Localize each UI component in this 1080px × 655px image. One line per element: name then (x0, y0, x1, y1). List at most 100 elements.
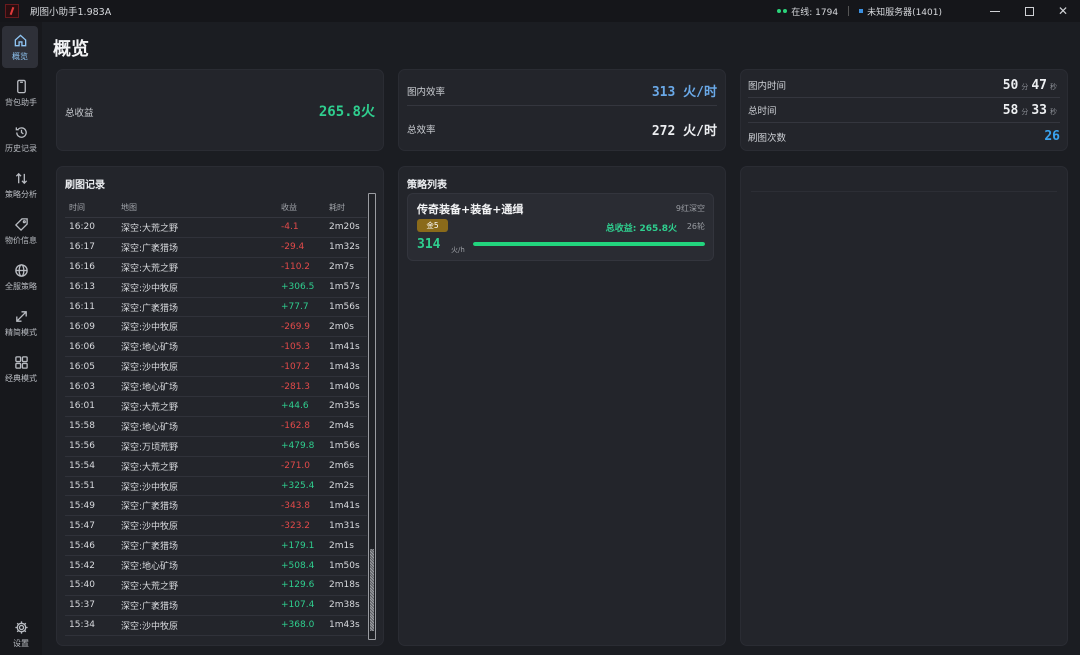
scroll-down-arrow[interactable] (369, 633, 375, 639)
record-income: +368.0 (281, 620, 315, 631)
records-title: 刷图记录 (65, 180, 105, 191)
record-time: 15:54 (69, 461, 95, 472)
record-time: 15:34 (69, 620, 95, 631)
record-time: 15:58 (69, 421, 95, 432)
window-controls: ✕ (978, 0, 1080, 22)
second-unit: 秒 (1050, 82, 1057, 91)
table-row: 15:42 深空:地心矿场 +508.4 1m50s (65, 556, 367, 577)
phone-icon (13, 78, 29, 94)
table-row: 15:51 深空:沙中牧原 +325.4 2m2s (65, 477, 367, 497)
sidebar-item-server-strategy[interactable]: 全服策略 (0, 256, 42, 298)
record-time: 15:40 (69, 580, 95, 591)
close-button[interactable]: ✕ (1046, 0, 1080, 22)
tag-icon (13, 216, 29, 232)
record-map: 深空:广袤猎场 (121, 303, 179, 314)
runs-label: 刷图次数 (748, 132, 787, 144)
record-duration: 1m41s (329, 341, 360, 352)
online-count: 在线: 1794 (791, 7, 839, 18)
table-row: 16:17 深空:广袤猎场 -29.4 1m32s (65, 238, 367, 258)
table-row: 15:40 深空:大荒之野 +129.6 2m18s (65, 576, 367, 596)
record-income: -4.1 (281, 222, 299, 233)
time-card: 图内时间 50 分 47 秒 总时间 58 分 33 秒 刷图次数 26 (740, 69, 1068, 151)
table-row: 16:16 深空:大荒之野 -110.2 2m7s (65, 258, 367, 278)
strategies-title: 策略列表 (407, 180, 447, 191)
map-efficiency-label: 图内效率 (407, 86, 446, 98)
record-map: 深空:沙中牧原 (121, 482, 179, 493)
total-efficiency-row: 总效率 272 火/时 (407, 114, 717, 144)
scroll-up-arrow[interactable] (369, 194, 375, 200)
record-map: 深空:地心矿场 (121, 562, 179, 573)
record-time: 16:03 (69, 381, 95, 392)
second-unit: 秒 (1050, 107, 1057, 116)
map-efficiency-value: 313 火/时 (651, 85, 717, 100)
table-row: 16:20 深空:大荒之野 -4.1 2m20s (65, 218, 367, 238)
column-header-map: 地图 (121, 202, 137, 212)
runs-value: 26 (1044, 129, 1060, 144)
record-time: 16:17 (69, 242, 95, 253)
sidebar-item-classic-mode[interactable]: 经典模式 (0, 348, 42, 390)
sidebar-item-label: 物价信息 (5, 236, 37, 245)
sidebar: 概览 背包助手 历史记录 策略分析 物价信息 全服策略 精简模式 经典模式 设置 (0, 22, 42, 655)
column-header-income: 收益 (281, 202, 297, 212)
record-income: -29.4 (281, 242, 305, 253)
record-time: 16:01 (69, 401, 95, 412)
record-income: +325.4 (281, 481, 315, 492)
sidebar-item-backpack[interactable]: 背包助手 (0, 72, 42, 114)
table-row: 16:13 深空:沙中牧原 +306.5 1m57s (65, 278, 367, 298)
record-time: 16:20 (69, 222, 95, 233)
sidebar-item-overview[interactable]: 概览 (2, 26, 38, 68)
table-row: 15:49 深空:广袤猎场 -343.8 1m41s (65, 496, 367, 517)
records-card: 刷图记录 时间 地图 收益 耗时 16:20 深空:大荒之野 -4.1 2m20s 16… (56, 166, 384, 646)
total-time-row: 总时间 58 分 33 秒 (748, 98, 1060, 123)
record-time: 15:46 (69, 540, 95, 551)
map-efficiency-row: 图内效率 313 火/时 (407, 76, 717, 106)
sidebar-item-label: 历史记录 (5, 144, 37, 153)
records-table: 时间 地图 收益 耗时 16:20 深空:大荒之野 -4.1 2m20s 16:17 深空… (65, 197, 367, 636)
record-duration: 2m38s (329, 600, 360, 611)
record-map: 深空:地心矿场 (121, 383, 179, 394)
record-time: 15:51 (69, 481, 95, 492)
sidebar-item-price-info[interactable]: 物价信息 (0, 210, 42, 252)
total-efficiency-value: 272 火/时 (651, 123, 717, 139)
record-time: 16:11 (69, 302, 95, 312)
record-time: 16:05 (69, 361, 95, 372)
record-duration: 2m2s (329, 481, 354, 492)
strategy-item[interactable]: 传奇装备+装备+通缉 9红深空 金5 总收益: 265.8火 26轮 314 火… (407, 193, 714, 261)
record-income: +179.1 (281, 540, 315, 551)
record-duration: 1m40s (329, 381, 360, 392)
panel-divider (751, 191, 1057, 192)
record-income: -110.2 (281, 262, 311, 273)
record-income: -269.9 (281, 321, 311, 332)
scroll-thumb[interactable] (370, 549, 374, 631)
record-income: +306.5 (281, 282, 315, 293)
maximize-button[interactable] (1012, 0, 1046, 22)
sidebar-item-history[interactable]: 历史记录 (0, 118, 42, 160)
record-time: 15:42 (69, 560, 95, 571)
sidebar-item-settings[interactable]: 设置 (0, 613, 42, 655)
table-row: 15:34 深空:沙中牧原 +368.0 1m43s (65, 616, 367, 636)
record-duration: 1m57s (329, 282, 360, 293)
total-efficiency-label: 总效率 (407, 125, 436, 136)
record-income: +107.4 (281, 600, 315, 611)
record-time: 16:16 (69, 262, 95, 273)
sidebar-item-label: 经典模式 (5, 374, 37, 383)
record-duration: 2m35s (329, 401, 360, 412)
empty-panel-card (740, 166, 1068, 646)
total-income-card: 总收益 265.8火 (56, 69, 384, 151)
table-row: 16:05 深空:沙中牧原 -107.2 1m43s (65, 357, 367, 378)
records-table-header: 时间 地图 收益 耗时 (65, 197, 367, 218)
table-row: 15:37 深空:广袤猎场 +107.4 2m38s (65, 596, 367, 616)
globe-icon (13, 262, 29, 278)
sidebar-item-label: 策略分析 (5, 190, 37, 199)
record-income: -271.0 (281, 461, 311, 472)
records-scrollbar[interactable] (368, 193, 376, 640)
minimize-button[interactable] (978, 0, 1012, 22)
record-map: 深空:广袤猎场 (121, 601, 179, 612)
record-duration: 1m56s (329, 302, 360, 312)
sidebar-item-label: 概览 (12, 52, 28, 61)
sidebar-item-strategy-analysis[interactable]: 策略分析 (0, 164, 42, 206)
table-row: 15:47 深空:沙中牧原 -323.2 1m31s (65, 516, 367, 537)
sidebar-item-compact-mode[interactable]: 精简模式 (0, 302, 42, 344)
sidebar-item-label: 背包助手 (5, 98, 37, 107)
record-time: 16:09 (69, 321, 95, 332)
